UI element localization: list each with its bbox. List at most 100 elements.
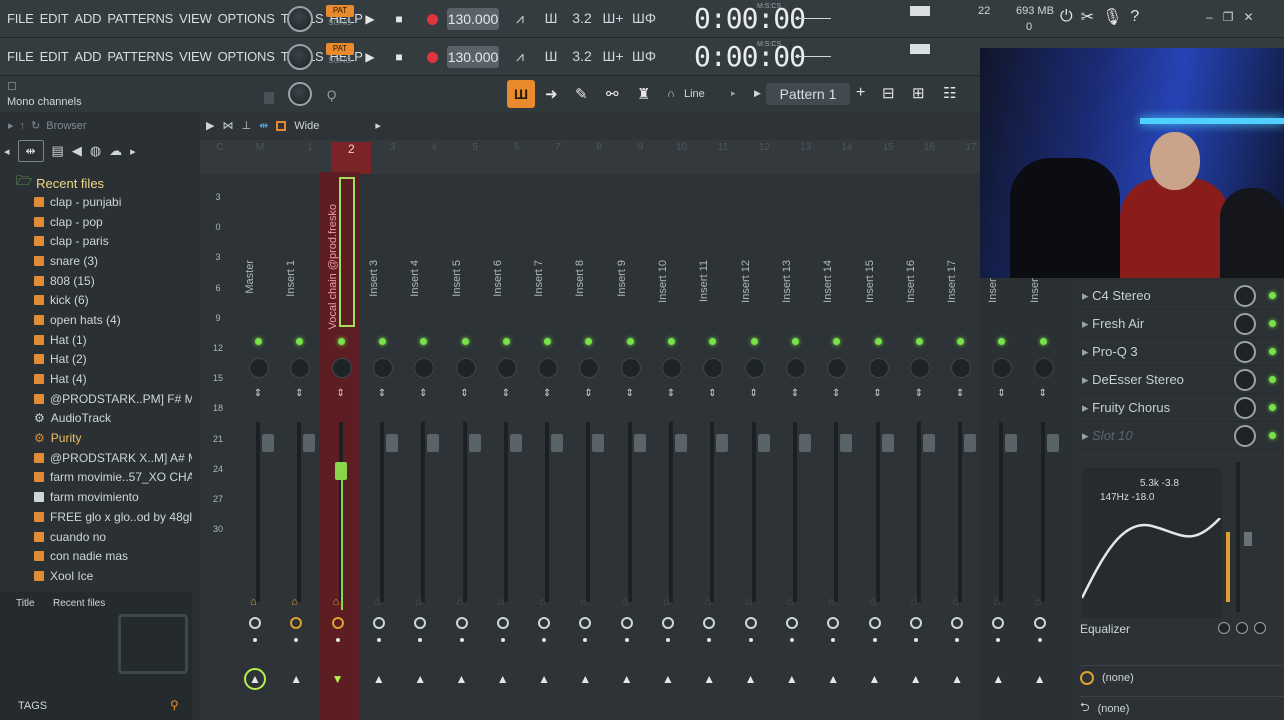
mixer-pin-icon[interactable]: ⊥ (241, 119, 251, 132)
fader-handle[interactable] (551, 434, 564, 452)
clock-icon[interactable] (620, 617, 633, 629)
pan-knob[interactable] (1033, 358, 1054, 378)
browser-item[interactable]: @PRODSTARK..PM] F# Major (0, 389, 192, 409)
volume-fader[interactable] (462, 422, 467, 602)
pan-knob[interactable] (951, 358, 972, 378)
volume-fader[interactable] (792, 422, 797, 602)
route-dot[interactable] (996, 638, 1001, 642)
track-enable-led[interactable] (998, 338, 1006, 345)
fx-enable-led[interactable] (1269, 292, 1276, 299)
route-up-icon[interactable]: ▲ (662, 672, 674, 686)
stereo-separation-icon[interactable]: ⇕ (1034, 389, 1052, 399)
browser-item[interactable]: clap - punjabi (0, 192, 192, 212)
mixer-view-arrow-icon[interactable]: ▸ (375, 119, 381, 132)
fx-slot[interactable]: ▸ Pro-Q 3 (1076, 338, 1284, 366)
fader-handle[interactable] (840, 434, 853, 452)
cut-icon[interactable]: ✂ (1081, 7, 1094, 27)
stereo-separation-icon[interactable]: ⇕ (827, 389, 845, 399)
pan-knob[interactable] (290, 358, 311, 378)
browser-item[interactable]: @PRODSTARK X..M] A# Minor (0, 448, 192, 468)
countdown-icon[interactable]: 3.2 (568, 6, 596, 30)
route-dot[interactable] (913, 638, 918, 642)
fx-mix-knob[interactable] (1234, 424, 1256, 447)
minimize-icon[interactable]: – (1206, 10, 1213, 24)
route-up-icon[interactable]: ▲ (538, 672, 550, 686)
stereo-separation-icon[interactable]: ⇕ (703, 389, 721, 399)
power-icon[interactable]: ⏻ (1060, 8, 1073, 26)
volume-fader[interactable] (421, 422, 426, 602)
route-dot[interactable] (418, 638, 423, 642)
pan-knob[interactable] (249, 358, 269, 378)
route-up-icon[interactable]: ▲ (745, 672, 757, 686)
clock-icon[interactable] (909, 617, 922, 629)
browser-refresh-icon[interactable]: ↻ (31, 119, 40, 132)
volume-fader[interactable] (503, 422, 508, 602)
mixer-layout-icon[interactable]: ⇹ (259, 119, 268, 132)
browser-files-tab[interactable]: ▤ (52, 143, 64, 159)
track-enable-led[interactable] (750, 338, 758, 345)
volume-fader[interactable] (999, 422, 1004, 602)
browser-item[interactable]: Hat (2) (0, 350, 192, 370)
play-button[interactable]: ▶ (358, 8, 382, 30)
volume-fader[interactable] (1040, 422, 1045, 602)
help-icon[interactable]: ? (1130, 8, 1139, 26)
menu2-file[interactable]: FILE (7, 49, 34, 64)
record-arm-icon[interactable]: ⌂ (580, 596, 587, 608)
route-dot[interactable] (253, 638, 257, 642)
route-up-icon[interactable]: ▲ (992, 672, 1004, 686)
volume-fader[interactable] (710, 422, 715, 602)
clock-icon[interactable] (455, 617, 468, 629)
clock-icon[interactable] (662, 617, 674, 629)
volume-fader[interactable] (834, 422, 839, 602)
clock-icon[interactable] (331, 617, 344, 629)
stereo-separation-icon[interactable]: ⇕ (456, 389, 474, 399)
browser-item[interactable]: ⚙ Purity (0, 428, 192, 448)
clock-icon[interactable] (290, 617, 303, 629)
route-dot[interactable] (583, 638, 588, 642)
pan-knob[interactable] (414, 358, 435, 378)
track-enable-led[interactable] (502, 338, 510, 345)
playlist-icon[interactable]: ⊟ (882, 84, 895, 102)
volume-fader[interactable] (379, 422, 384, 602)
fx-slot[interactable]: ▸ DeEsser Stereo (1076, 366, 1284, 394)
menu-view[interactable]: VIEW (179, 11, 212, 26)
pan-knob[interactable] (744, 358, 765, 378)
master-route-icon[interactable] (244, 668, 266, 690)
fx-mix-knob[interactable] (1234, 284, 1256, 307)
pan-knob[interactable] (331, 358, 352, 378)
route-dot[interactable] (666, 638, 670, 642)
record-arm-icon[interactable]: ⌂ (250, 596, 257, 608)
menu2-patterns[interactable]: PATTERNS (107, 49, 173, 64)
pan-knob[interactable] (992, 358, 1013, 378)
fx-mix-handle[interactable] (1244, 532, 1252, 546)
browser-item[interactable]: farm movimie..57_XO CHAIN (0, 468, 192, 488)
mixer-strip[interactable]: Insert 6 ⇕ ⌂ ▲ (484, 172, 524, 720)
stop-button[interactable]: ■ (387, 8, 411, 30)
track-enable-led[interactable] (420, 338, 428, 345)
pan-knob[interactable] (620, 358, 641, 378)
track-enable-led[interactable] (626, 338, 634, 345)
fader-handle[interactable] (509, 434, 522, 452)
eq-low-knob[interactable] (1218, 622, 1230, 634)
browser-item[interactable]: 808 (15) (0, 271, 192, 291)
browser-web-tab[interactable]: ◍ (90, 143, 101, 159)
route-up-icon[interactable]: ▲ (290, 672, 302, 686)
play-button-2[interactable]: ▶ (358, 46, 382, 68)
pan-knob[interactable] (909, 358, 930, 378)
route-up-icon[interactable]: ▲ (497, 672, 509, 686)
route-up-icon[interactable]: ▲ (373, 672, 385, 686)
mixer-strip[interactable]: Insert 3 ⇕ ⌂ ▲ (360, 172, 400, 720)
clock-icon[interactable] (868, 617, 881, 629)
mixer-strip[interactable]: Insert 5 ⇕ ⌂ ▲ (443, 172, 483, 720)
clock-icon[interactable] (992, 617, 1005, 629)
menu2-options[interactable]: OPTIONS (218, 49, 275, 64)
browser-item[interactable]: ⚙ AudioTrack (0, 409, 192, 429)
metronome-icon[interactable]: ⩘ (506, 6, 534, 30)
track-enable-led[interactable] (1039, 338, 1047, 345)
stereo-separation-icon[interactable]: ⇕ (290, 389, 308, 399)
loop-record-icon[interactable]: ШΦ (630, 6, 658, 30)
mixer-strip[interactable]: Insert 7 ⇕ ⌂ ▲ (525, 172, 565, 720)
pattern-prev-icon[interactable]: ▶ (754, 88, 761, 99)
stereo-separation-icon[interactable]: ⇕ (910, 389, 928, 399)
step-edit-icon[interactable]: Ш+ (599, 6, 627, 30)
